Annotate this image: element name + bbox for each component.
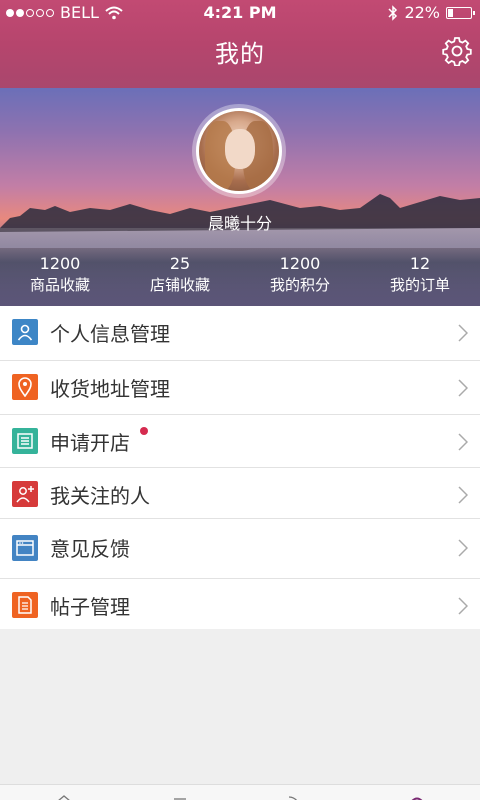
profile-tab-icon[interactable] [410,795,424,800]
stat-value: 12 [409,254,431,273]
add-person-icon [12,481,38,507]
chevron-right-icon [458,379,468,397]
menu-item-post-management[interactable]: 帖子管理 [0,579,480,629]
menu-item-address[interactable]: 收货地址管理 [0,361,480,415]
chevron-right-icon [458,324,468,342]
status-right: 22% [388,0,475,26]
avatar[interactable] [192,104,286,198]
stat-value: 25 [169,254,191,273]
stat-my-orders[interactable]: 12 我的订单 [360,254,480,298]
person-icon [12,319,38,345]
stat-shop-favorites[interactable]: 25 店铺收藏 [120,254,240,298]
profile-header: 晨曦十分 1200 商品收藏 25 店铺收藏 1200 我的积分 12 我的订单 [0,88,480,306]
stats-row: 1200 商品收藏 25 店铺收藏 1200 我的积分 12 我的订单 [0,254,480,298]
menu-item-label: 收货地址管理 [50,377,170,401]
category-tab-icon[interactable] [173,795,187,800]
menu-item-feedback[interactable]: 意见反馈 [0,519,480,579]
avatar-photo [196,108,282,194]
menu-item-label: 意见反馈 [50,537,130,561]
menu-item-label: 我关注的人 [50,484,150,508]
bluetooth-icon [388,5,398,21]
stat-label: 我的积分 [269,276,330,294]
location-pin-icon [12,374,38,400]
menu-item-label: 帖子管理 [50,595,130,619]
gear-icon[interactable] [442,36,472,66]
browser-window-icon [12,535,38,561]
stat-value: 1200 [279,254,321,273]
menu-item-personal-info[interactable]: 个人信息管理 [0,306,480,361]
cart-tab-icon[interactable] [288,795,302,800]
top-bar: BELL 4:21 PM 22% 我的 [0,0,480,88]
stat-product-favorites[interactable]: 1200 商品收藏 [0,254,120,298]
menu-item-label: 申请开店 [50,431,130,455]
chevron-right-icon [458,539,468,557]
stat-label: 店铺收藏 [149,276,210,294]
status-bar: BELL 4:21 PM 22% [0,0,480,26]
bottom-tab-bar [0,784,480,800]
stat-my-points[interactable]: 1200 我的积分 [240,254,360,298]
stat-label: 商品收藏 [29,276,90,294]
chevron-right-icon [458,433,468,451]
battery-percent: 22% [404,3,440,22]
page-title: 我的 [215,40,265,68]
home-tab-icon[interactable] [57,795,71,800]
stat-value: 1200 [39,254,81,273]
shop-list-icon [12,428,38,454]
menu-item-following[interactable]: 我关注的人 [0,468,480,519]
username: 晨曦十分 [207,214,272,233]
notification-badge [140,427,148,435]
menu-item-open-shop[interactable]: 申请开店 [0,415,480,468]
chevron-right-icon [458,486,468,504]
chevron-right-icon [458,597,468,615]
menu-item-label: 个人信息管理 [50,322,170,346]
battery-icon [446,7,475,19]
document-icon [12,592,38,618]
stat-label: 我的订单 [389,276,450,294]
menu-list: 个人信息管理 收货地址管理 申请开店 我关注的人 意见反馈 帖子管理 [0,306,480,629]
